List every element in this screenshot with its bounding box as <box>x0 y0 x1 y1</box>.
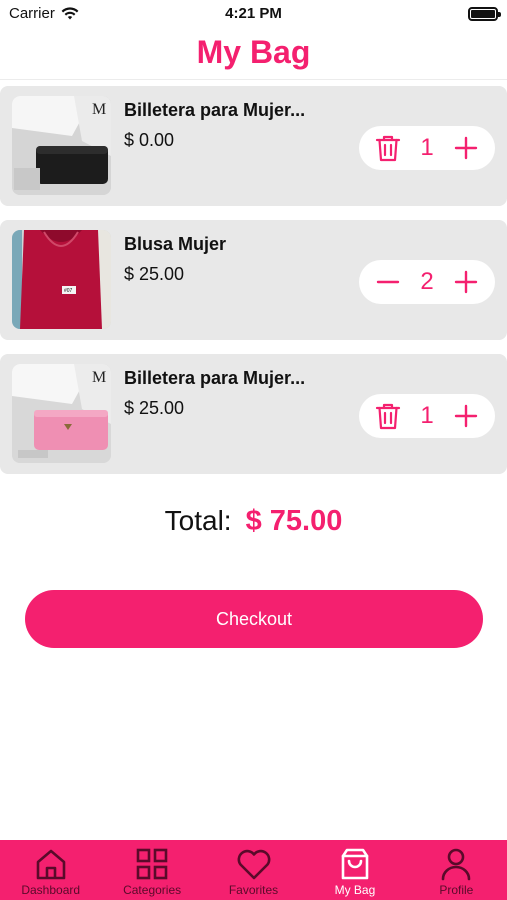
checkout-label: Checkout <box>215 608 293 629</box>
user-icon <box>442 848 471 881</box>
product-price: $ 0.00 <box>124 130 175 150</box>
quantity-value: 1 <box>420 134 434 161</box>
cart-item: M Billetera para Mujer... $ 0.00 1 <box>0 86 507 206</box>
trash-icon <box>375 135 401 162</box>
quantity-stepper: 1 <box>359 394 495 438</box>
tab-profile[interactable]: Profile <box>406 840 507 900</box>
svg-text:M: M <box>92 369 106 386</box>
order-total: Total: $ 75.00 <box>0 505 507 538</box>
tab-my-bag[interactable]: My Bag <box>304 840 405 900</box>
product-name[interactable]: Billetera para Mujer... <box>124 100 305 121</box>
minus-icon <box>376 280 400 284</box>
tab-label: My Bag <box>334 883 376 897</box>
tab-bar: Dashboard Categories Favorites My Bag Pr… <box>0 840 507 900</box>
heart-icon <box>237 849 270 880</box>
product-image-black-wallet[interactable]: M <box>12 96 111 195</box>
checkout-button[interactable]: Checkout <box>25 590 483 648</box>
nav-header: My Bag <box>0 28 507 80</box>
tab-label: Categories <box>123 883 182 897</box>
red-blouse-image: #07 <box>12 230 111 329</box>
bag-icon <box>341 848 369 880</box>
quantity-value: 2 <box>420 268 434 295</box>
product-price: $ 25.00 <box>124 264 185 284</box>
tab-label: Favorites <box>228 883 279 897</box>
tab-dashboard[interactable]: Dashboard <box>0 840 101 900</box>
svg-text:M: M <box>92 101 106 118</box>
product-name[interactable]: Billetera para Mujer... <box>124 368 305 389</box>
status-bar: Carrier 4:21 PM <box>0 0 507 28</box>
cart-list: M Billetera para Mujer... $ 0.00 1 #07 B… <box>0 86 507 488</box>
plus-icon <box>454 270 478 294</box>
trash-icon <box>375 403 401 430</box>
clock: 4:21 PM <box>225 5 282 22</box>
tab-label: Profile <box>439 883 474 897</box>
decrease-quantity-button[interactable] <box>373 267 403 297</box>
tab-label: Dashboard <box>21 883 81 897</box>
product-price: $ 25.00 <box>124 398 185 418</box>
product-image-pink-wallet[interactable]: M <box>12 364 111 463</box>
home-icon <box>36 849 66 880</box>
product-image-red-blouse[interactable]: #07 <box>12 230 111 329</box>
remove-item-button[interactable] <box>373 401 403 431</box>
tab-categories[interactable]: Categories <box>101 840 202 900</box>
quantity-stepper: 1 <box>359 126 495 170</box>
cart-item: #07 Blusa Mujer $ 25.00 2 <box>0 220 507 340</box>
svg-text:#07: #07 <box>64 288 73 294</box>
product-name[interactable]: Blusa Mujer <box>124 234 226 255</box>
black-wallet-image: M <box>12 96 111 195</box>
page-title: My Bag <box>196 34 311 70</box>
quantity-stepper: 2 <box>359 260 495 304</box>
quantity-value: 1 <box>420 402 434 429</box>
total-label: Total: <box>164 505 232 536</box>
total-value: $ 75.00 <box>245 505 343 537</box>
tab-favorites[interactable]: Favorites <box>203 840 304 900</box>
pink-wallet-image: M <box>12 364 111 463</box>
plus-icon <box>454 136 478 160</box>
increase-quantity-button[interactable] <box>451 133 481 163</box>
cart-item: M Billetera para Mujer... $ 25.00 1 <box>0 354 507 474</box>
battery-icon <box>468 7 501 21</box>
grid-icon <box>136 848 168 880</box>
increase-quantity-button[interactable] <box>451 401 481 431</box>
plus-icon <box>454 404 478 428</box>
increase-quantity-button[interactable] <box>451 267 481 297</box>
remove-item-button[interactable] <box>373 133 403 163</box>
my-bag-screen: Carrier 4:21 PM My Bag M Billetera para … <box>0 0 507 900</box>
